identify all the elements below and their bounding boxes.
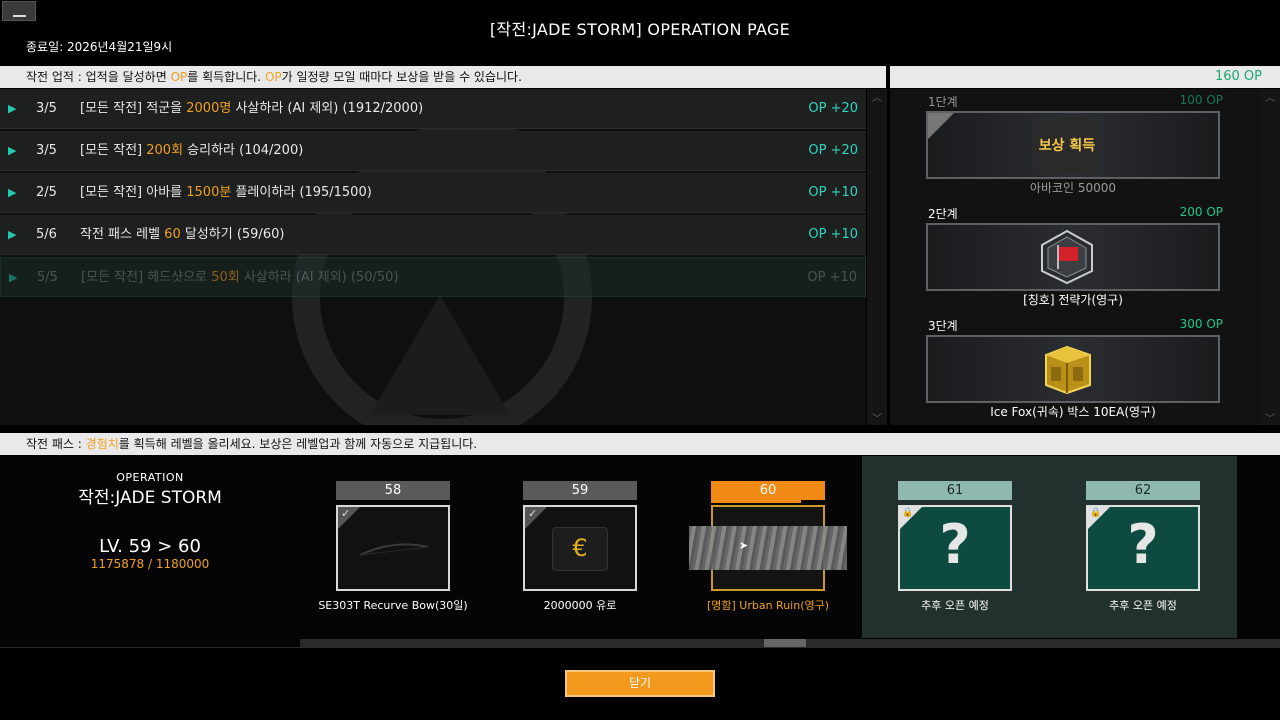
achievement-op: OP +10 (808, 185, 858, 200)
achievements-header-suffix: 가 일정량 모일 때마다 보상을 받을 수 있습니다. (281, 70, 522, 84)
urban-ruin-nameplate-image (689, 526, 847, 570)
scroll-up-icon[interactable]: ︿ (1260, 89, 1280, 104)
achievement-scrollbar[interactable]: ︿ ﹀ (867, 89, 887, 425)
level-label-58: SE303T Recurve Bow(30일) (318, 599, 468, 612)
mouse-cursor-icon: ➤ (739, 539, 749, 552)
reward-scrollbar[interactable]: ︿ ﹀ (1260, 89, 1280, 425)
pass-horizontal-scrollbar[interactable] (300, 639, 1280, 647)
achievement-row[interactable]: ▶ 2/5 [모든 작전] 아바를 1500분 플레이하라 (195/1500)… (0, 173, 866, 213)
claim-reward-label: 보상 획득 (1038, 138, 1096, 154)
level-tab-62: 62 (1086, 481, 1200, 500)
bow-icon (359, 543, 429, 556)
euro-icon: € (572, 534, 588, 562)
stage-name: 3단계 (928, 319, 958, 333)
reward-box[interactable] (926, 335, 1220, 403)
achievements-header-prefix: 작전 업적 : 업적을 달성하면 (26, 70, 171, 84)
reward-panel: 1단계 100 OP 보상 획득 아바코인 50000 2단계 200 OP [… (890, 89, 1260, 425)
claim-reward-button[interactable]: 보상 획득 (1034, 117, 1100, 173)
divider (0, 647, 1280, 648)
achievement-progress: 5/6 (36, 227, 57, 242)
op-highlight: OP (170, 70, 188, 84)
stage-name: 1단계 (928, 95, 958, 109)
achievement-row[interactable]: ▶ 5/6 작전 패스 레벨 60 달성하기 (59/60) OP +10 (0, 215, 866, 255)
level-card-59[interactable]: ✓ € (523, 505, 637, 591)
achievement-op: OP +10 (807, 270, 857, 285)
pass-header-prefix: 작전 패스 : (26, 437, 86, 451)
reward-label: 아바코인 50000 (1029, 181, 1117, 195)
corner-marker (928, 113, 954, 139)
reward-label: Ice Fox(귀속) 박스 10EA(영구) (990, 405, 1156, 419)
level-tab-58: 58 (336, 481, 450, 500)
scroll-down-icon[interactable]: ﹀ (1260, 410, 1280, 425)
achievement-desc: [모든 작전] 200회 승리하라 (104/200) (80, 143, 304, 158)
achievement-list: ▶ 3/5 [모든 작전] 적군을 2000명 사살하라 (AI 제외) (19… (0, 89, 866, 425)
stage-op: 200 OP (1179, 205, 1223, 219)
scroll-up-icon[interactable]: ︿ (867, 89, 887, 104)
achievement-op: OP +20 (808, 101, 858, 116)
level-progress-bar (711, 500, 801, 503)
operation-name: 작전:JADE STORM (78, 488, 222, 508)
level-label-60: [명함] Urban Ruin(영구) (706, 599, 830, 612)
level-card-61[interactable]: 🔒 ? (898, 505, 1012, 591)
achievement-desc: 작전 패스 레벨 60 달성하기 (59/60) (80, 227, 285, 242)
level-label-62: 추후 오픈 예정 (1109, 599, 1177, 612)
achievement-progress: 2/5 (36, 185, 57, 200)
achievement-op: OP +20 (808, 143, 858, 158)
euro-icon-frame: € (552, 527, 608, 571)
stage-header: 1단계 100 OP (928, 93, 1223, 110)
achievement-desc: [모든 작전] 아바를 1500분 플레이하라 (195/1500) (80, 185, 372, 200)
reward-box[interactable] (926, 223, 1220, 291)
level-card-58[interactable]: ✓ (336, 505, 450, 591)
achievement-progress: 3/5 (36, 101, 57, 116)
achievement-row[interactable]: ▶ 3/5 [모든 작전] 200회 승리하라 (104/200) OP +20 (0, 131, 866, 171)
stage-op: 100 OP (1179, 93, 1223, 107)
reward-box[interactable]: 보상 획득 (926, 111, 1220, 179)
achievement-progress: 3/5 (36, 143, 57, 158)
end-date: 종료일: 2026년4월21일9시 (26, 40, 173, 54)
level-label-59: 2000000 유로 (543, 599, 617, 612)
op-highlight: OP (264, 70, 282, 84)
achievement-desc: [모든 작전] 적군을 2000명 사살하라 (AI 제외) (1912/200… (80, 101, 424, 116)
achievement-row-completed[interactable]: ▶ 5/5 [모든 작전] 헤드샷으로 50회 사살하라 (AI 제외) (50… (0, 257, 866, 297)
stage-op: 300 OP (1179, 317, 1223, 331)
achievement-desc: [모든 작전] 헤드샷으로 50회 사살하라 (AI 제외) (50/50) (81, 270, 399, 285)
reward-label: [칭호] 전략가(영구) (1023, 293, 1123, 307)
pass-header-suffix: 를 획득해 레벨을 올리세요. 보상은 레벨업과 함께 자동으로 지급됩니다. (118, 437, 478, 451)
stage-header: 2단계 200 OP (928, 205, 1223, 222)
level-tab-61: 61 (898, 481, 1012, 500)
flag-badge-icon (1041, 229, 1093, 285)
page-title: [작전:JADE STORM] OPERATION PAGE (489, 20, 791, 39)
play-arrow-icon: ▶ (9, 271, 18, 284)
achievement-row[interactable]: ▶ 3/5 [모든 작전] 적군을 2000명 사살하라 (AI 제외) (19… (0, 89, 866, 129)
scroll-down-icon[interactable]: ﹀ (867, 410, 887, 425)
question-mark-icon: ? (1127, 513, 1159, 576)
close-button[interactable]: 닫기 (565, 670, 715, 697)
level-tab-60: 60 (711, 481, 825, 500)
question-mark-icon: ? (939, 513, 971, 576)
exp-text: 1175878 / 1180000 (90, 557, 210, 571)
scroll-thumb[interactable] (764, 639, 806, 647)
achievements-header-mid: 를 획득합니다. (187, 70, 265, 84)
play-arrow-icon: ▶ (8, 186, 17, 199)
level-tab-59: 59 (523, 481, 637, 500)
achievements-header: 작전 업적 : 업적을 달성하면 OP를 획득합니다. OP가 일정량 모일 때… (0, 66, 886, 88)
stage-name: 2단계 (928, 207, 958, 221)
stage-header: 3단계 300 OP (928, 317, 1223, 334)
check-icon: ✓ (341, 507, 351, 520)
level-card-62[interactable]: 🔒 ? (1086, 505, 1200, 591)
check-icon: ✓ (528, 507, 538, 520)
level-text: LV. 59 > 60 (99, 536, 201, 557)
play-arrow-icon: ▶ (8, 144, 17, 157)
achievement-op: OP +10 (808, 227, 858, 242)
exp-highlight: 경험치 (85, 437, 119, 451)
op-total: 160 OP (890, 66, 1280, 88)
gold-box-icon (1045, 345, 1091, 395)
play-arrow-icon: ▶ (8, 228, 17, 241)
achievement-progress: 5/5 (37, 270, 58, 285)
pass-header: 작전 패스 : 경험치를 획득해 레벨을 올리세요. 보상은 레벨업과 함께 자… (0, 433, 1280, 455)
level-label-61: 추후 오픈 예정 (921, 599, 989, 612)
play-arrow-icon: ▶ (8, 102, 17, 115)
